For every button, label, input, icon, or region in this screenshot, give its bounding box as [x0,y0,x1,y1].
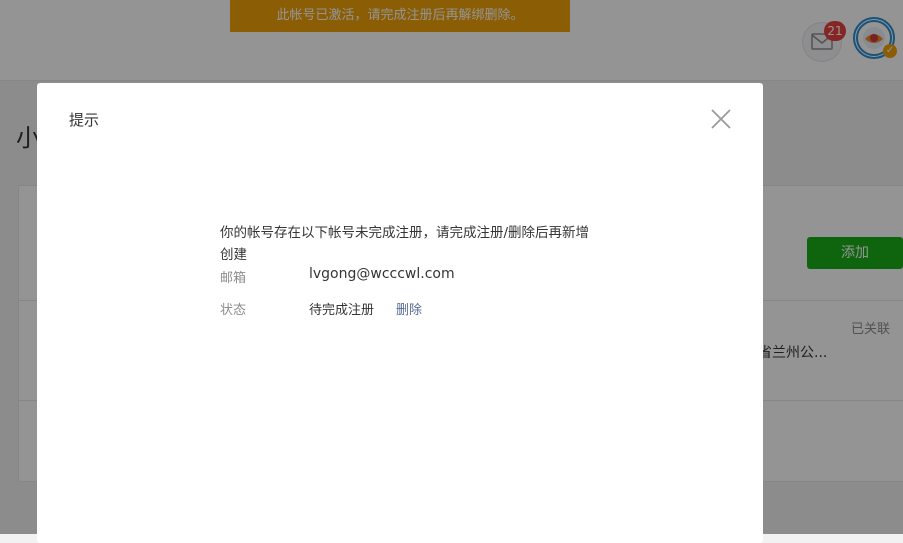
dialog-message: 你的帐号存在以下帐号未完成注册，请完成注册/删除后再新增创建 [220,225,590,263]
prompt-dialog: 提示 你的帐号存在以下帐号未完成注册，请完成注册/删除后再新增创建 邮箱 lvg… [37,83,763,543]
email-label: 邮箱 [220,271,247,286]
delete-link[interactable]: 删除 [396,299,422,318]
email-value: lvgong@wcccwl.com [309,266,455,282]
status-value: 待完成注册 [309,303,375,318]
status-label: 状态 [220,303,247,318]
dialog-title: 提示 [69,111,100,129]
close-button[interactable] [708,106,734,132]
close-icon [711,109,731,129]
